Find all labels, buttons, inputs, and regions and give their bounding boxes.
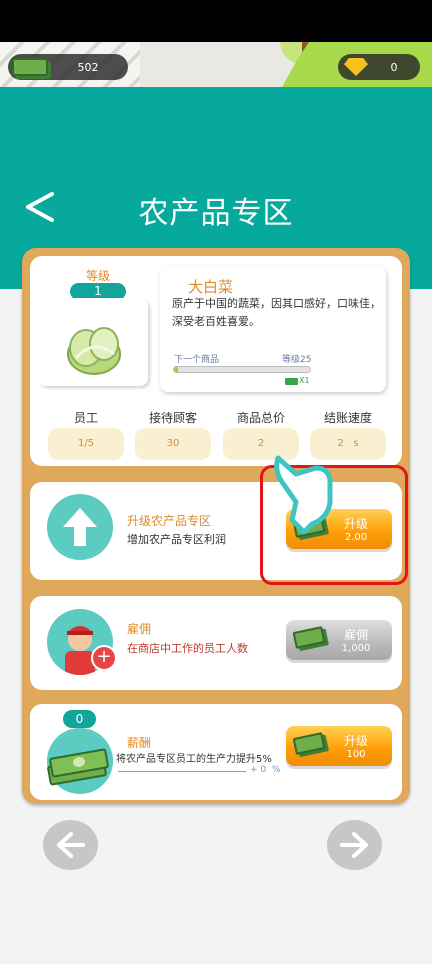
stat-value-staff: 1/5 <box>48 428 124 460</box>
upgrade-icon-circle <box>47 494 113 560</box>
salary-upgrade-button[interactable]: 升级 100 <box>286 726 392 766</box>
button-price: 1,000 <box>341 643 371 654</box>
left-arrow-icon <box>57 832 85 858</box>
level-label: 等级 <box>85 269 110 283</box>
gem-counter: 0 <box>338 54 420 80</box>
stat-label-speed: 结账速度 <box>323 411 372 425</box>
product-description: 原产于中国的蔬菜，因其口感好，口味佳，深受老百姓喜爱。 <box>172 297 381 328</box>
money-value: 502 <box>77 60 99 74</box>
cash-icon <box>292 732 326 755</box>
hire-title: 雇佣 <box>127 622 152 636</box>
salary-progress-line <box>118 771 246 772</box>
stat-label-staff: 员工 <box>73 411 98 425</box>
plus-icon: + <box>91 645 117 671</box>
money-stack-icon <box>47 748 109 786</box>
previous-section-button[interactable] <box>43 820 98 870</box>
button-label: 升级 <box>343 734 368 748</box>
button-price: 100 <box>346 749 366 760</box>
upgrade-area-title: 升级农产品专区 <box>127 514 212 528</box>
stat-label-price: 商品总价 <box>236 411 285 425</box>
right-arrow-icon <box>340 832 368 858</box>
cabbage-icon <box>67 327 121 375</box>
multiplier-text: X1 <box>299 376 310 385</box>
upgrade-area-subtitle: 增加农产品专区利润 <box>127 533 226 546</box>
cash-multiplier-icon <box>285 378 298 385</box>
cash-icon <box>292 626 326 649</box>
salary-subtitle: 将农产品专区员工的生产力提升5% <box>116 754 272 765</box>
gem-value: 0 <box>390 60 398 74</box>
hire-subtitle: 在商店中工作的员工人数 <box>127 642 248 655</box>
next-product-label: 下一个商品 <box>174 355 220 365</box>
diamond-icon <box>344 58 368 76</box>
progress-fill <box>174 367 179 372</box>
salary-progress-text: + 0 % <box>250 765 281 775</box>
stat-label-customers: 接待顾客 <box>148 411 197 425</box>
pointing-hand-icon <box>274 455 333 535</box>
next-section-button[interactable] <box>327 820 382 870</box>
salary-icon-circle <box>47 728 113 794</box>
hire-button[interactable]: 雇佣 1,000 <box>286 620 392 660</box>
button-label: 雇佣 <box>343 628 368 642</box>
stat-value-customers: 30 <box>135 428 211 460</box>
next-product-level: 等级25 <box>282 355 312 365</box>
next-product-progress <box>173 366 311 373</box>
up-arrow-icon <box>63 508 97 546</box>
product-name: 大白菜 <box>188 278 234 296</box>
salary-level-badge: 0 <box>63 710 96 728</box>
money-counter: 502 <box>8 54 128 80</box>
status-bar <box>0 0 432 42</box>
salary-title: 薪酬 <box>127 736 152 750</box>
cash-icon <box>12 58 48 76</box>
page-title: 农产品专区 <box>138 196 294 231</box>
